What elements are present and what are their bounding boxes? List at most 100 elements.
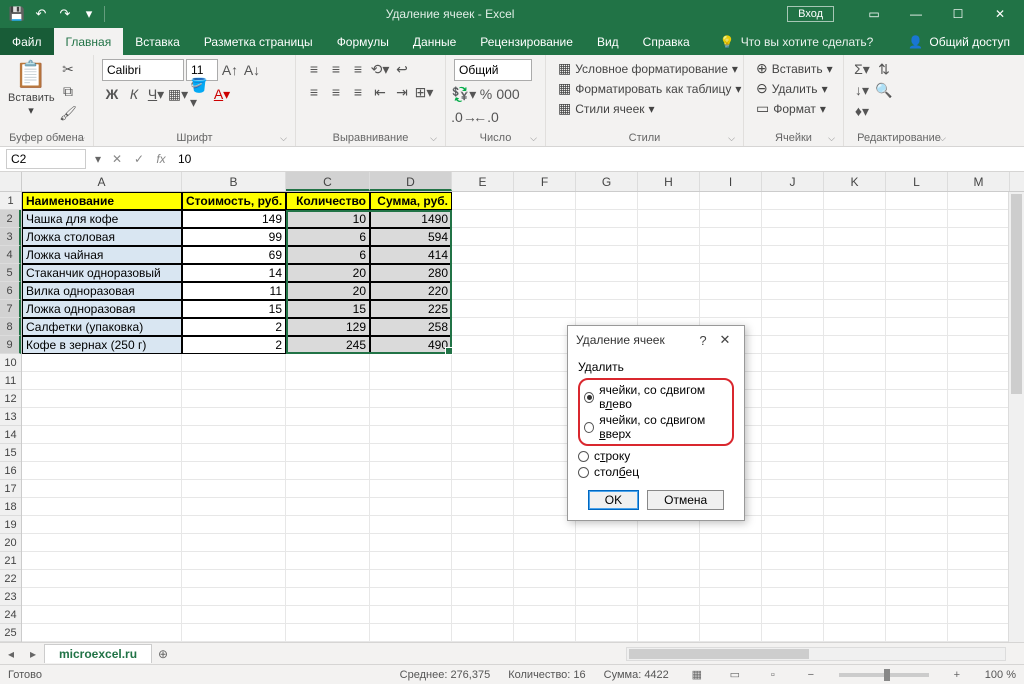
row-header[interactable]: 18 bbox=[0, 498, 21, 516]
cell[interactable] bbox=[700, 210, 762, 228]
cell[interactable] bbox=[824, 228, 886, 246]
cell[interactable] bbox=[370, 534, 452, 552]
cell[interactable] bbox=[576, 210, 638, 228]
cell[interactable] bbox=[948, 300, 1010, 318]
cell[interactable] bbox=[452, 480, 514, 498]
cell[interactable] bbox=[886, 246, 948, 264]
tab-insert[interactable]: Вставка bbox=[123, 28, 192, 55]
cell[interactable] bbox=[886, 534, 948, 552]
cell[interactable] bbox=[514, 246, 576, 264]
cell[interactable] bbox=[886, 588, 948, 606]
cell[interactable] bbox=[452, 228, 514, 246]
column-header[interactable]: I bbox=[700, 172, 762, 191]
delete-cells-button[interactable]: ⊖Удалить ▾ bbox=[752, 79, 832, 98]
cut-icon[interactable]: ✂ bbox=[58, 59, 78, 79]
cell[interactable]: Кофе в зернах (250 г) bbox=[22, 336, 182, 354]
cell[interactable]: Сумма, руб. bbox=[370, 192, 452, 210]
cell[interactable] bbox=[182, 606, 286, 624]
qat-dropdown-icon[interactable]: ▾ bbox=[80, 5, 98, 23]
cell[interactable] bbox=[886, 390, 948, 408]
cell[interactable] bbox=[762, 516, 824, 534]
ribbon-collapse-icon[interactable]: ▭ bbox=[854, 0, 894, 28]
cell[interactable] bbox=[824, 570, 886, 588]
cancel-formula-icon[interactable]: ✕ bbox=[106, 152, 128, 166]
undo-icon[interactable]: ↶ bbox=[32, 5, 50, 23]
column-header[interactable]: D bbox=[370, 172, 452, 191]
cell[interactable] bbox=[452, 552, 514, 570]
cell[interactable] bbox=[638, 552, 700, 570]
cell[interactable] bbox=[762, 552, 824, 570]
cell[interactable] bbox=[700, 624, 762, 642]
number-format-select[interactable] bbox=[454, 59, 532, 81]
cell[interactable] bbox=[762, 192, 824, 210]
spreadsheet-grid[interactable]: ABCDEFGHIJKLM 12345678910111213141516171… bbox=[0, 172, 1024, 642]
cell[interactable] bbox=[22, 606, 182, 624]
cell[interactable] bbox=[286, 390, 370, 408]
cell[interactable] bbox=[576, 534, 638, 552]
cell[interactable] bbox=[452, 516, 514, 534]
increase-decimal-icon[interactable]: .0→ bbox=[454, 107, 474, 127]
row-header[interactable]: 21 bbox=[0, 552, 21, 570]
cell[interactable]: 2 bbox=[182, 318, 286, 336]
row-header[interactable]: 16 bbox=[0, 462, 21, 480]
cell[interactable]: Ложка столовая bbox=[22, 228, 182, 246]
cell[interactable]: Стоимость, руб. bbox=[182, 192, 286, 210]
align-top-icon[interactable]: ≡ bbox=[304, 59, 324, 79]
cell[interactable] bbox=[514, 300, 576, 318]
tab-view[interactable]: Вид bbox=[585, 28, 631, 55]
horizontal-scrollbar[interactable] bbox=[626, 647, 1006, 661]
cell[interactable] bbox=[370, 480, 452, 498]
format-painter-icon[interactable]: 🖌 bbox=[58, 103, 78, 123]
cell[interactable] bbox=[370, 606, 452, 624]
cell[interactable] bbox=[576, 552, 638, 570]
share-button[interactable]: 👤Общий доступ bbox=[894, 28, 1024, 55]
view-normal-icon[interactable]: ▦ bbox=[687, 668, 707, 681]
cell[interactable] bbox=[762, 624, 824, 642]
cell[interactable] bbox=[514, 570, 576, 588]
cell[interactable] bbox=[182, 516, 286, 534]
cell[interactable]: 594 bbox=[370, 228, 452, 246]
cell[interactable] bbox=[452, 588, 514, 606]
cell[interactable]: 15 bbox=[286, 300, 370, 318]
increase-font-icon[interactable]: A↑ bbox=[220, 60, 240, 80]
cell[interactable] bbox=[886, 372, 948, 390]
sort-filter-icon[interactable]: ⇅ bbox=[874, 59, 894, 79]
cell[interactable] bbox=[182, 372, 286, 390]
cell[interactable] bbox=[948, 192, 1010, 210]
cell[interactable] bbox=[886, 444, 948, 462]
close-button[interactable]: ✕ bbox=[980, 0, 1020, 28]
cell[interactable] bbox=[514, 192, 576, 210]
cell[interactable] bbox=[948, 462, 1010, 480]
cell[interactable] bbox=[22, 570, 182, 588]
row-header[interactable]: 19 bbox=[0, 516, 21, 534]
cell[interactable] bbox=[22, 498, 182, 516]
cell[interactable] bbox=[452, 282, 514, 300]
cell[interactable] bbox=[370, 570, 452, 588]
cell[interactable] bbox=[886, 480, 948, 498]
cell[interactable] bbox=[286, 426, 370, 444]
cell[interactable] bbox=[886, 210, 948, 228]
vertical-scrollbar[interactable] bbox=[1008, 192, 1024, 642]
column-header[interactable]: F bbox=[514, 172, 576, 191]
view-page-break-icon[interactable]: ▫ bbox=[763, 669, 783, 681]
tab-page-layout[interactable]: Разметка страницы bbox=[192, 28, 325, 55]
decrease-font-icon[interactable]: A↓ bbox=[242, 60, 262, 80]
cell[interactable]: 2 bbox=[182, 336, 286, 354]
cell[interactable]: Ложка чайная bbox=[22, 246, 182, 264]
radio-shift-up[interactable]: ячейки, со сдвигом вверх bbox=[584, 412, 728, 442]
fill-icon[interactable]: ↓▾ bbox=[852, 80, 872, 100]
cell[interactable] bbox=[576, 570, 638, 588]
cell[interactable] bbox=[452, 498, 514, 516]
cell[interactable]: Наименование bbox=[22, 192, 182, 210]
decrease-decimal-icon[interactable]: ←.0 bbox=[476, 107, 496, 127]
insert-cells-button[interactable]: ⊕Вставить ▾ bbox=[752, 59, 837, 78]
cell[interactable] bbox=[824, 588, 886, 606]
cell[interactable] bbox=[638, 606, 700, 624]
fx-icon[interactable]: fx bbox=[150, 152, 172, 166]
cell[interactable] bbox=[948, 264, 1010, 282]
autosum-icon[interactable]: Σ▾ bbox=[852, 59, 872, 79]
formula-input[interactable]: 10 bbox=[172, 152, 1024, 166]
orientation-icon[interactable]: ⟲▾ bbox=[370, 59, 390, 79]
cell[interactable] bbox=[948, 588, 1010, 606]
cell[interactable] bbox=[886, 498, 948, 516]
